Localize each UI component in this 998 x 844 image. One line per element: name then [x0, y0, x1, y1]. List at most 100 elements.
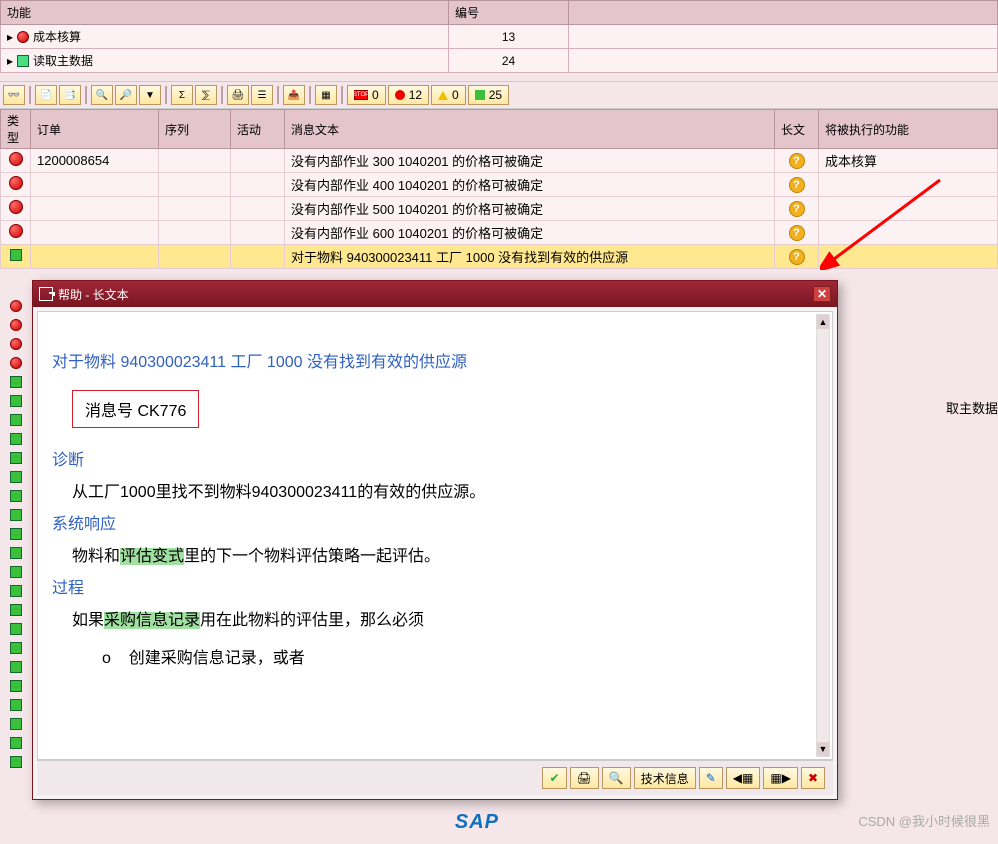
views-button[interactable]: ☰ — [251, 85, 273, 105]
success-icon — [10, 433, 22, 445]
longtext-icon[interactable]: ? — [789, 177, 805, 193]
success-icon — [10, 249, 22, 261]
error-icon — [10, 300, 22, 312]
cancel-button[interactable]: ✖ — [801, 767, 825, 789]
filter-button[interactable]: ▼ — [139, 85, 161, 105]
summary-row[interactable]: ▸成本核算 13 — [1, 25, 998, 49]
dialog-title: 帮助 - 长文本 — [58, 286, 129, 303]
success-icon — [10, 566, 22, 578]
layout-button[interactable]: ▦ — [315, 85, 337, 105]
warning-triangle-icon — [438, 91, 448, 100]
longtext-icon[interactable]: ? — [789, 153, 805, 169]
message-log-table: 类型 订单 序列 活动 消息文本 长文 将被执行的功能 1200008654 没… — [0, 109, 998, 269]
print-button[interactable]: 🖨 — [227, 85, 249, 105]
col-longtext[interactable]: 长文 — [775, 110, 819, 149]
success-icon — [10, 490, 22, 502]
export-button[interactable]: 📤 — [283, 85, 305, 105]
dialog-toolbar: ✔ 🖨 🔍 技术信息 ✎ ◀▦ ▦▶ ✖ — [37, 760, 833, 795]
nav-back-button[interactable]: ◀▦ — [726, 767, 761, 789]
green-square-icon — [475, 90, 485, 100]
success-icon — [10, 452, 22, 464]
table-row[interactable]: 1200008654 没有内部作业 300 1040201 的价格可被确定 ? … — [1, 149, 998, 173]
edit-button[interactable]: ✎ — [699, 767, 723, 789]
dialog-content: ▲ ▼ 对于物料 940300023411 工厂 1000 没有找到有效的供应源… — [37, 311, 833, 760]
sort-asc-button[interactable]: 📄 — [35, 85, 57, 105]
table-row[interactable]: 没有内部作业 500 1040201 的价格可被确定 ? — [1, 197, 998, 221]
response-text: 物料和评估变式里的下一个物料评估策略一起评估。 — [72, 542, 798, 566]
dialog-titlebar[interactable]: 帮助 - 长文本 ✕ — [33, 281, 837, 307]
table-row[interactable]: 没有内部作业 600 1040201 的价格可被确定 ? — [1, 221, 998, 245]
success-icon — [10, 471, 22, 483]
longtext-icon[interactable]: ? — [789, 249, 805, 265]
error-icon — [9, 200, 23, 214]
success-icon — [10, 680, 22, 692]
col-type[interactable]: 类型 — [1, 110, 31, 149]
details-button[interactable]: 👓 — [3, 85, 25, 105]
close-button[interactable]: ✕ — [813, 286, 831, 302]
scroll-up-icon[interactable]: ▲ — [817, 315, 829, 329]
sap-logo: SAP — [455, 811, 499, 834]
print-button[interactable]: 🖨 — [570, 767, 599, 789]
help-longtext-dialog: 帮助 - 长文本 ✕ ▲ ▼ 对于物料 940300023411 工厂 1000… — [32, 280, 838, 800]
success-icon — [10, 737, 22, 749]
error-icon — [9, 176, 23, 190]
error-icon — [9, 224, 23, 238]
status-success[interactable]: 25 — [468, 85, 509, 105]
success-icon — [10, 699, 22, 711]
sort-desc-button[interactable]: 📑 — [59, 85, 81, 105]
subtotal-button[interactable]: ⅀ — [195, 85, 217, 105]
highlight-term: 评估变式 — [120, 548, 184, 565]
section-response: 系统响应 — [52, 510, 818, 534]
status-stop[interactable]: STOP0 — [347, 85, 386, 105]
diagnosis-text: 从工厂1000里找不到物料940300023411的有效的供应源。 — [72, 478, 798, 502]
procedure-item: o 创建采购信息记录，或者 — [102, 644, 768, 668]
col-seq[interactable]: 序列 — [159, 110, 231, 149]
error-icon — [10, 338, 22, 350]
success-icon — [10, 756, 22, 768]
success-icon — [10, 509, 22, 521]
section-procedure: 过程 — [52, 574, 818, 598]
stop-icon: STOP — [354, 90, 368, 100]
message-heading: 对于物料 940300023411 工厂 1000 没有找到有效的供应源 — [52, 348, 818, 372]
message-number-box: 消息号 CK776 — [72, 390, 199, 428]
status-column — [10, 300, 22, 768]
procedure-text: 如果采购信息记录用在此物料的评估里，那么必须 — [72, 606, 798, 630]
col-function: 功能 — [1, 1, 449, 25]
tech-info-button[interactable]: 技术信息 — [634, 767, 696, 789]
col-activity[interactable]: 活动 — [231, 110, 285, 149]
find-button[interactable]: 🔍 — [91, 85, 113, 105]
success-icon — [10, 395, 22, 407]
nav-fwd-button[interactable]: ▦▶ — [763, 767, 798, 789]
scrollbar[interactable]: ▲ ▼ — [816, 314, 830, 757]
red-dot-icon — [395, 90, 405, 100]
red-dot-icon — [17, 31, 29, 43]
success-icon — [10, 661, 22, 673]
col-number: 编号 — [449, 1, 569, 25]
section-diagnosis: 诊断 — [52, 446, 818, 470]
col-func[interactable]: 将被执行的功能 — [819, 110, 998, 149]
longtext-icon[interactable]: ? — [789, 201, 805, 217]
summary-row[interactable]: ▸读取主数据 24 — [1, 49, 998, 73]
longtext-icon[interactable]: ? — [789, 225, 805, 241]
error-icon — [9, 152, 23, 166]
sum-button[interactable]: Σ — [171, 85, 193, 105]
col-msg[interactable]: 消息文本 — [285, 110, 775, 149]
success-icon — [10, 414, 22, 426]
error-icon — [10, 319, 22, 331]
status-warnings[interactable]: 0 — [431, 85, 466, 105]
scroll-down-icon[interactable]: ▼ — [817, 742, 829, 756]
watermark-text: CSDN @我小时候很黑 — [858, 811, 990, 830]
col-order[interactable]: 订单 — [31, 110, 159, 149]
find-button[interactable]: 🔍 — [602, 767, 631, 789]
find-next-button[interactable]: 🔎 — [115, 85, 137, 105]
success-icon — [10, 604, 22, 616]
success-icon — [10, 718, 22, 730]
green-square-icon — [17, 55, 29, 67]
status-errors[interactable]: 12 — [388, 85, 429, 105]
error-icon — [10, 357, 22, 369]
ok-button[interactable]: ✔ — [542, 767, 566, 789]
window-icon — [39, 287, 53, 301]
table-row[interactable]: 没有内部作业 400 1040201 的价格可被确定 ? — [1, 173, 998, 197]
table-row-selected[interactable]: 对于物料 940300023411 工厂 1000 没有找到有效的供应源 ? — [1, 245, 998, 269]
success-icon — [10, 642, 22, 654]
